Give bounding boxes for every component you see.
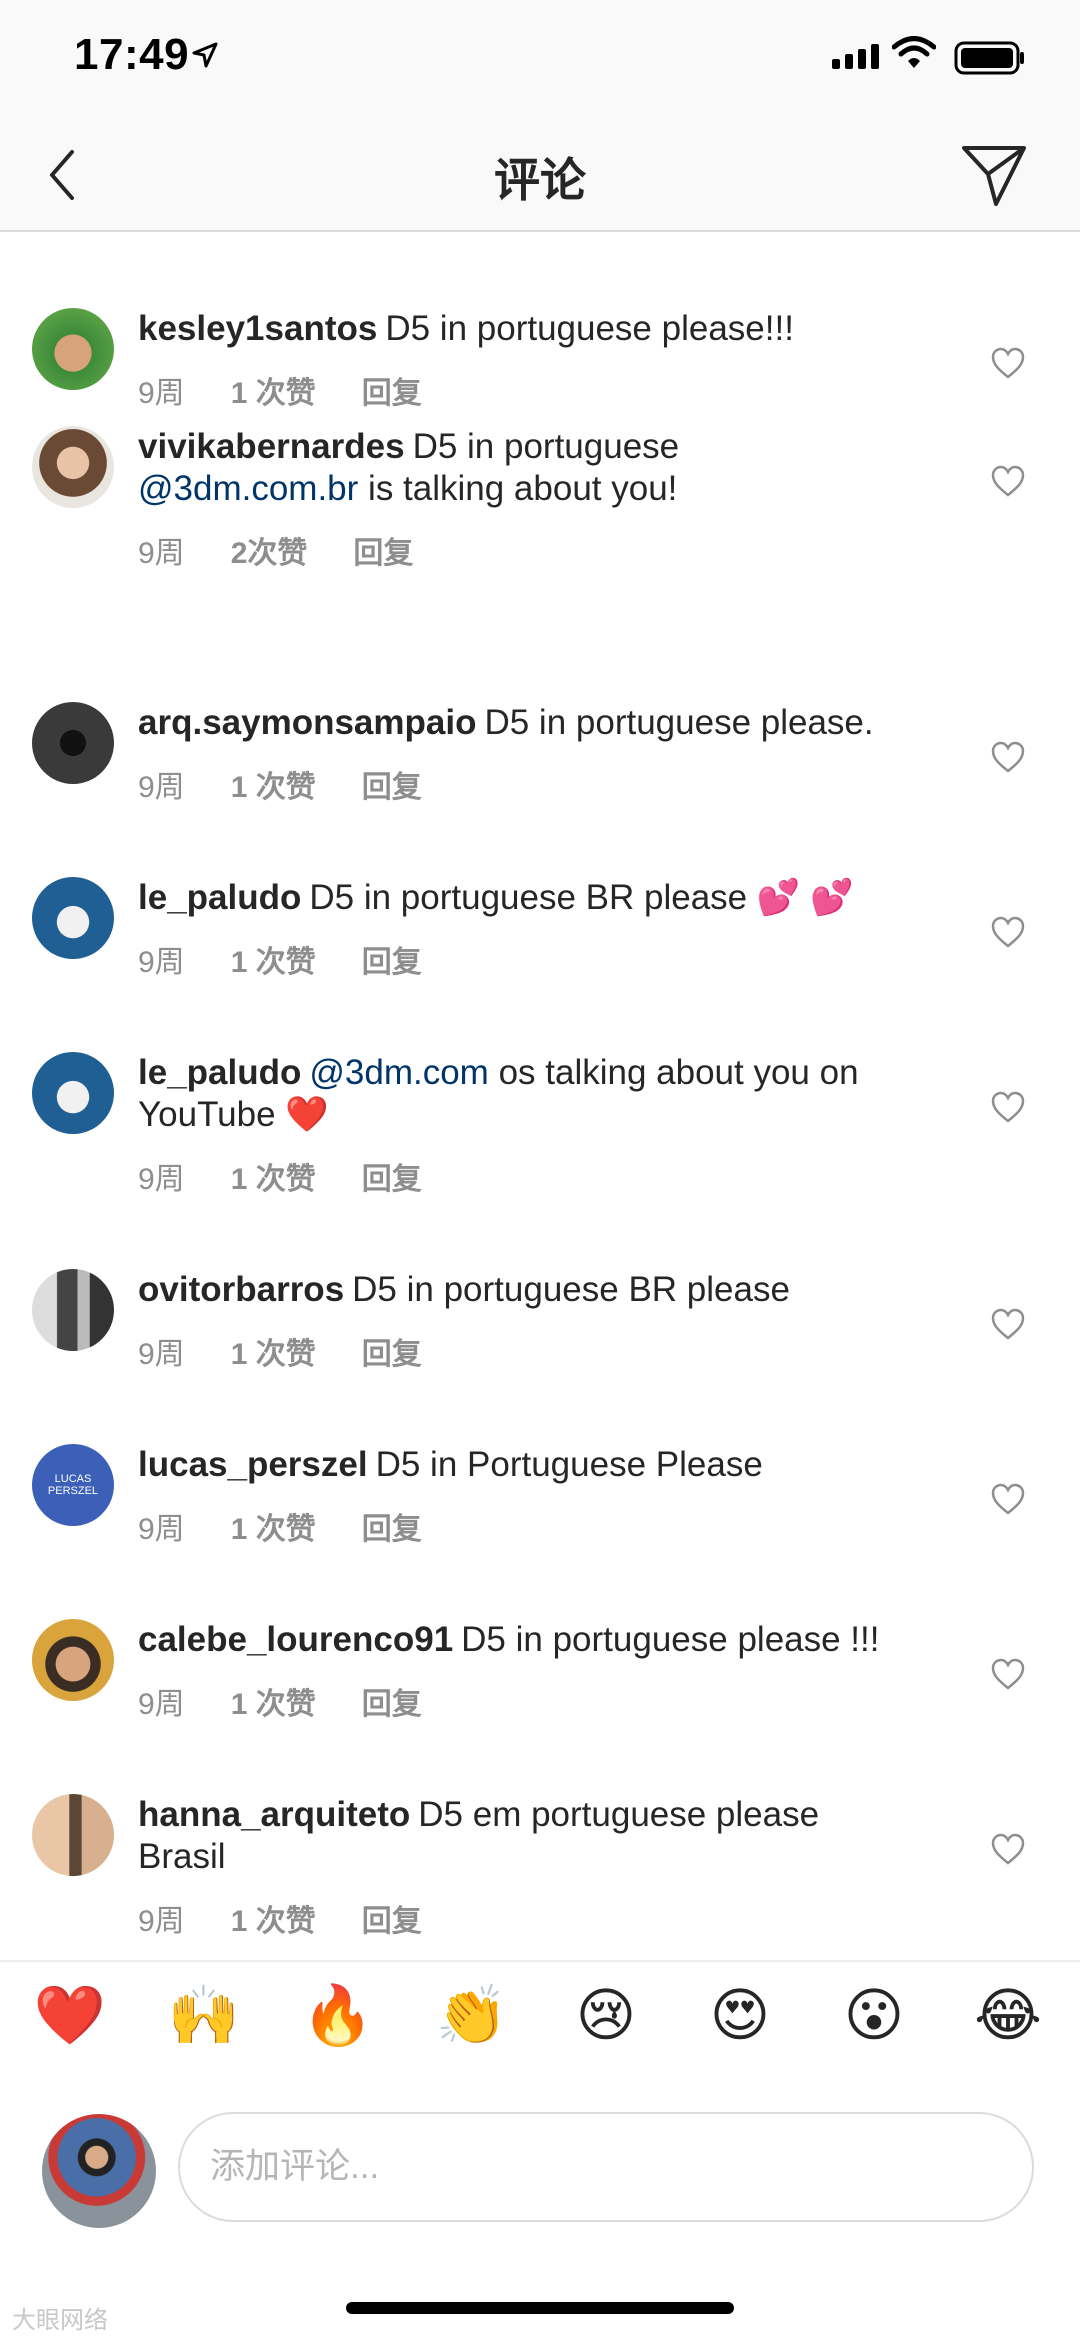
location-arrow-icon	[192, 42, 218, 68]
comment-likes[interactable]: 1 次赞	[231, 1679, 316, 1723]
comment-likes[interactable]: 1 次赞	[231, 937, 316, 981]
emoji-fire-button[interactable]: 🔥	[298, 1976, 378, 2056]
avatar[interactable]	[32, 702, 114, 784]
reply-button[interactable]: 回复	[362, 1329, 422, 1373]
direct-share-icon[interactable]	[958, 140, 1030, 212]
comment-likes[interactable]: 1 次赞	[231, 1154, 316, 1198]
comment-age: 9周	[138, 1338, 185, 1371]
reply-button[interactable]: 回复	[362, 1154, 422, 1198]
comment-username[interactable]: le_paludo	[138, 878, 301, 917]
avatar[interactable]	[32, 1794, 114, 1876]
reply-button[interactable]: 回复	[362, 762, 422, 806]
comment-username[interactable]: arq.saymonsampaio	[138, 703, 476, 742]
emoji-crying-button[interactable]: 😢	[566, 1976, 646, 2056]
comment-age: 9周	[138, 1513, 185, 1546]
comment-age: 9周	[138, 377, 185, 410]
like-heart-icon[interactable]	[990, 740, 1026, 776]
nav-bar: 评论	[0, 120, 1080, 232]
reply-button[interactable]: 回复	[362, 368, 422, 412]
home-indicator[interactable]	[346, 2302, 734, 2314]
comment-mention-link[interactable]: @3dm.com.br	[138, 469, 358, 508]
emoji-heart-eyes-button[interactable]: 😍	[700, 1976, 780, 2056]
avatar[interactable]	[32, 308, 114, 390]
comment-composer	[0, 2090, 1080, 2240]
status-bar: 17:49	[0, 0, 1080, 120]
like-heart-icon[interactable]	[990, 1090, 1026, 1126]
reply-button[interactable]: 回复	[362, 1679, 422, 1723]
reply-button[interactable]: 回复	[362, 1504, 422, 1548]
comment-text: D5 in portuguese BR please	[352, 1270, 790, 1309]
comment-likes[interactable]: 1 次赞	[231, 1896, 316, 1940]
comment-likes[interactable]: 1 次赞	[231, 1329, 316, 1373]
avatar[interactable]	[32, 1619, 114, 1701]
emoji-heart-button[interactable]: ❤️	[30, 1976, 110, 2056]
emoji-bar: ❤️ 🙌 🔥 👏 😢 😍 😮 😂	[0, 1960, 1080, 2072]
like-heart-icon[interactable]	[990, 915, 1026, 951]
watermark: 大眼网络	[12, 2307, 108, 2334]
avatar[interactable]	[32, 426, 114, 508]
comment-text: D5 in portuguese please.	[484, 703, 874, 742]
comment-likes[interactable]: 2次赞	[231, 528, 308, 572]
comment-input[interactable]	[178, 2112, 1034, 2222]
avatar-logo-text: LUCAS PERSZEL	[47, 1473, 99, 1497]
like-heart-icon[interactable]	[990, 1832, 1026, 1868]
emoji-joy-button[interactable]: 😂	[968, 1976, 1048, 2056]
comment-age: 9周	[138, 1688, 185, 1721]
battery-icon	[954, 41, 1024, 75]
emoji-clap-button[interactable]: 👏	[432, 1976, 512, 2056]
comment-age: 9周	[138, 537, 185, 570]
wifi-icon	[892, 36, 936, 68]
emoji-raised-hands-button[interactable]: 🙌	[164, 1976, 244, 2056]
like-heart-icon[interactable]	[990, 1482, 1026, 1518]
reply-button[interactable]: 回复	[362, 1896, 422, 1940]
comment-text: D5 in portuguese BR please 💕 💕	[309, 878, 854, 917]
status-time: 17:49	[74, 30, 190, 79]
comment-likes[interactable]: 1 次赞	[231, 762, 316, 806]
avatar[interactable]: LUCAS PERSZEL	[32, 1444, 114, 1526]
emoji-surprised-button[interactable]: 😮	[834, 1976, 914, 2056]
comment-username[interactable]: vivikabernardes	[138, 427, 405, 466]
reply-button[interactable]: 回复	[362, 937, 422, 981]
comment-age: 9周	[138, 946, 185, 979]
comment-text: is talking about you!	[358, 469, 678, 508]
comment-age: 9周	[138, 1163, 185, 1196]
reply-button[interactable]: 回复	[353, 528, 413, 572]
like-heart-icon[interactable]	[990, 1307, 1026, 1343]
comment-text: D5 in portuguese please!!!	[385, 309, 794, 348]
comment-username[interactable]: calebe_lourenco91	[138, 1620, 453, 1659]
cellular-signal-icon	[832, 44, 879, 69]
current-user-avatar	[42, 2114, 156, 2228]
comment-likes[interactable]: 1 次赞	[231, 1504, 316, 1548]
comment-username[interactable]: kesley1santos	[138, 309, 377, 348]
comment-likes[interactable]: 1 次赞	[231, 368, 316, 412]
like-heart-icon[interactable]	[990, 1657, 1026, 1693]
avatar[interactable]	[32, 877, 114, 959]
like-heart-icon[interactable]	[990, 346, 1026, 382]
comment-text: D5 in portuguese	[412, 427, 680, 466]
like-heart-icon[interactable]	[990, 464, 1026, 500]
comment-username[interactable]: lucas_perszel	[138, 1445, 368, 1484]
comments-list: kesley1santos D5 in portuguese please!!! …	[0, 232, 1080, 1960]
comment-age: 9周	[138, 1905, 185, 1938]
avatar[interactable]	[32, 1269, 114, 1351]
comment-username[interactable]: le_paludo	[138, 1053, 301, 1092]
avatar[interactable]	[32, 1052, 114, 1134]
comment-mention-link[interactable]: @3dm.com	[309, 1053, 488, 1092]
comment-text: D5 in Portuguese Please	[375, 1445, 763, 1484]
page-title: 评论	[494, 154, 586, 206]
comment-age: 9周	[138, 771, 185, 804]
comment-username[interactable]: hanna_arquiteto	[138, 1795, 410, 1834]
comment-text: D5 in portuguese please !!!	[461, 1620, 880, 1659]
comment-username[interactable]: ovitorbarros	[138, 1270, 344, 1309]
